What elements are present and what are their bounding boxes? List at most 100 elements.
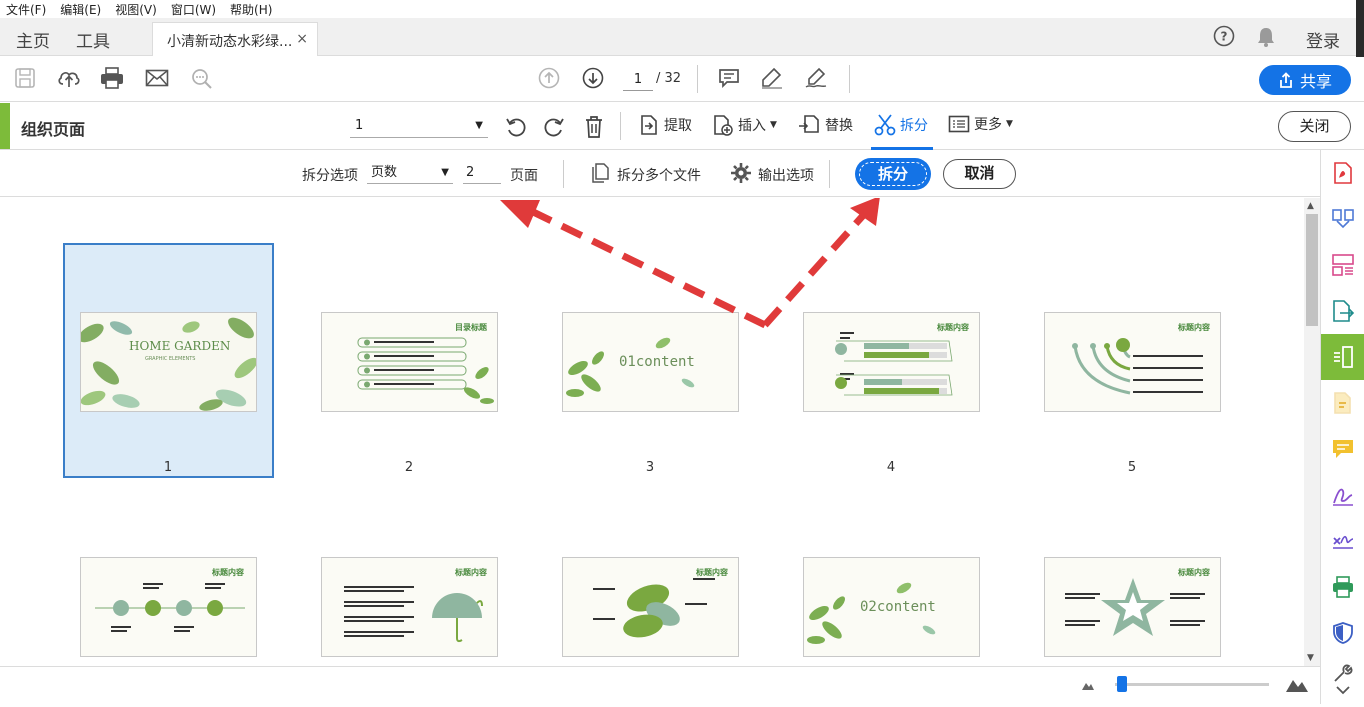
annotation-arrows [500, 198, 880, 329]
split-button[interactable]: 拆分 [856, 159, 930, 189]
save-icon[interactable] [14, 67, 36, 89]
print-icon[interactable] [100, 67, 124, 89]
page-thumbnails-area: HOME GARDEN GRAPHIC ELEMENTS 1 目录标题 2 01… [0, 198, 1304, 666]
current-page-input[interactable]: 1 [623, 69, 653, 91]
page-total: / 32 [656, 71, 682, 86]
search-icon[interactable] [190, 67, 214, 91]
more-button[interactable]: 更多 ▼ [948, 114, 1013, 134]
toolbar-separator [697, 65, 698, 93]
split-mode-select[interactable]: 页数 ▼ [367, 162, 453, 184]
page-range-value: 1 [355, 118, 364, 133]
split-options-bar: 拆分选项 页数 ▼ 2 页面 拆分多个文件 输出选项 拆分 取消 [0, 150, 1320, 197]
menu-bar: 文件(F) 编辑(E) 视图(V) 窗口(W) 帮助(H) [0, 0, 1364, 18]
protect-shield-icon[interactable] [1331, 621, 1355, 645]
extract-button[interactable]: 提取 [638, 114, 692, 136]
tab-home[interactable]: 主页 [16, 27, 50, 52]
org-separator [620, 112, 621, 140]
menu-window[interactable]: 窗口(W) [171, 1, 216, 18]
chevron-down-icon: ▼ [441, 167, 449, 178]
organize-title: 组织页面 [21, 120, 86, 139]
menu-edit[interactable]: 编辑(E) [60, 1, 101, 18]
menu-help[interactable]: 帮助(H) [230, 1, 272, 18]
sign-icon[interactable] [804, 67, 828, 89]
replace-icon [799, 115, 819, 133]
split-mode-value: 页数 [371, 165, 398, 180]
organize-pages-icon[interactable] [1331, 345, 1355, 369]
insert-icon [714, 115, 733, 136]
split-multiple-files-button[interactable]: 拆分多个文件 [617, 165, 701, 185]
chevron-down-icon[interactable] [1331, 683, 1355, 707]
bell-icon[interactable] [1256, 26, 1276, 52]
split-count-input[interactable]: 2 [463, 162, 501, 184]
zoom-slider-knob[interactable] [1117, 676, 1127, 692]
mail-icon[interactable] [145, 67, 169, 89]
split-tool-button[interactable]: 拆分 [874, 114, 928, 136]
main-toolbar: 1 / 32 共享 [0, 57, 1364, 102]
chevron-down-icon: ▼ [475, 120, 483, 131]
zoom-slider-track[interactable] [1115, 683, 1269, 686]
split-tool-label: 拆分 [900, 118, 928, 134]
multi-files-icon [590, 162, 610, 188]
close-tab-icon[interactable]: × [296, 31, 308, 47]
rotate-left-icon[interactable] [505, 116, 527, 142]
scrollbar-thumb[interactable] [1306, 214, 1318, 326]
window-edge [1356, 0, 1364, 60]
comment-icon[interactable] [718, 67, 740, 89]
organize-pages-bar: 组织页面 1 ▼ 提取 插入 ▼ 替换 拆分 更多 ▼ 关闭 [0, 103, 1364, 150]
vertical-scrollbar[interactable]: ▲ ▼ [1304, 198, 1320, 666]
scroll-up-icon[interactable]: ▲ [1307, 201, 1314, 211]
comment-tool-icon[interactable] [1331, 437, 1355, 461]
chevron-down-icon: ▼ [1006, 119, 1013, 129]
close-organize-button[interactable]: 关闭 [1278, 111, 1351, 142]
delete-icon[interactable] [584, 115, 604, 143]
share-icon [1280, 72, 1292, 88]
tab-document[interactable]: 小清新动态水彩绿... × [152, 22, 318, 56]
output-options-button[interactable]: 输出选项 [758, 165, 814, 185]
upload-icon[interactable] [57, 67, 81, 89]
replace-button[interactable]: 替换 [797, 114, 853, 136]
combine-files-icon[interactable] [1331, 207, 1355, 231]
cancel-button[interactable]: 取消 [943, 159, 1016, 189]
chevron-down-icon: ▼ [770, 120, 777, 130]
tab-tools[interactable]: 工具 [76, 27, 110, 52]
menu-file[interactable]: 文件(F) [6, 1, 46, 18]
insert-label: 插入 [738, 118, 766, 134]
svg-text:?: ? [1221, 30, 1228, 44]
split-options-label: 拆分选项 [302, 168, 358, 184]
split-unit-label: 页面 [510, 168, 538, 184]
print-production-icon[interactable] [1331, 575, 1355, 599]
bottom-zoom-bar [0, 666, 1320, 704]
large-thumbnail-icon[interactable] [1285, 675, 1309, 697]
page-up-icon[interactable] [538, 67, 560, 89]
send-signature-icon[interactable] [1331, 529, 1355, 553]
export-pdf-icon[interactable] [1331, 299, 1355, 323]
gear-icon [731, 163, 751, 187]
toolbar-separator [849, 65, 850, 93]
share-button[interactable]: 共享 [1259, 65, 1351, 95]
edit-pdf-icon[interactable] [1331, 391, 1355, 415]
tab-bar: 主页 工具 小清新动态水彩绿... × ? 登录 [0, 18, 1356, 56]
create-pdf-icon[interactable] [1331, 161, 1355, 185]
split-separator [829, 160, 830, 188]
split-separator [563, 160, 564, 188]
highlight-icon[interactable] [760, 67, 784, 89]
replace-label: 替换 [825, 118, 853, 134]
extract-label: 提取 [664, 118, 692, 134]
insert-button[interactable]: 插入 ▼ [712, 114, 777, 136]
page-down-icon[interactable] [582, 67, 604, 89]
login-link[interactable]: 登录 [1306, 27, 1340, 52]
menu-view[interactable]: 视图(V) [115, 1, 157, 18]
extract-icon [641, 115, 657, 135]
organize-layout-icon[interactable] [1331, 253, 1355, 277]
fill-sign-icon[interactable] [1331, 483, 1355, 507]
rotate-right-icon[interactable] [543, 116, 565, 142]
more-icon [948, 115, 970, 133]
small-thumbnail-icon[interactable] [1081, 679, 1095, 695]
document-tab-title: 小清新动态水彩绿... [167, 34, 293, 50]
right-tools-panel [1320, 150, 1364, 704]
organize-active-marker [0, 103, 10, 149]
page-range-select[interactable]: 1 ▼ [350, 114, 488, 138]
help-icon[interactable]: ? [1213, 25, 1235, 51]
scroll-down-icon[interactable]: ▼ [1307, 653, 1314, 663]
more-label: 更多 [974, 117, 1002, 133]
